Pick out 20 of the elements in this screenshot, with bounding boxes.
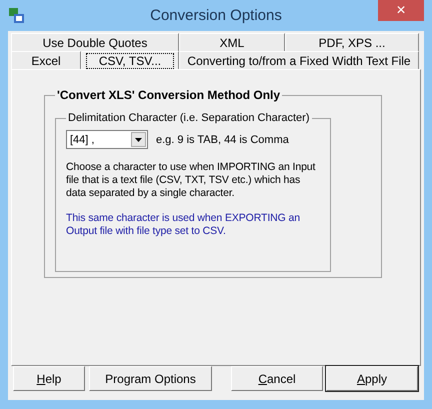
dropdown-arrow-icon [135, 138, 142, 142]
note-text: This same character is used when EXPORTING an Output file with file type set to CSV. [66, 212, 301, 238]
group-title: 'Convert XLS' Conversion Method Only [56, 88, 282, 102]
app-icon [8, 7, 25, 24]
hint-text: e.g. 9 is TAB, 44 is Comma [156, 134, 289, 146]
delimiter-dropdown[interactable]: [44] , [66, 130, 148, 149]
close-button[interactable]: × [378, 0, 424, 21]
group-title: Delimitation Character (i.e. Separation Character) [67, 112, 310, 124]
dialog-button[interactable]: Program Options [89, 366, 212, 391]
tab[interactable]: XML [179, 33, 285, 51]
tab[interactable]: Converting to/from a Fixed Width Text File [179, 51, 419, 69]
window-title: Conversion Options [150, 7, 282, 24]
dialog-button[interactable]: Apply [326, 366, 418, 391]
dialog-button[interactable]: Cancel [231, 366, 323, 391]
tab[interactable]: Excel [11, 51, 81, 69]
description-text: Choose a character to use when IMPORTING an Input file that is a text file (CSV, TXT, TSV etc.) which has data separated by a single character. [66, 161, 316, 200]
tab[interactable]: PDF, XPS ... [285, 33, 419, 51]
tab[interactable]: Use Double Quotes [11, 33, 179, 51]
dialog-button[interactable]: Help [13, 366, 85, 391]
tab[interactable]: CSV, TSV... [81, 51, 179, 69]
